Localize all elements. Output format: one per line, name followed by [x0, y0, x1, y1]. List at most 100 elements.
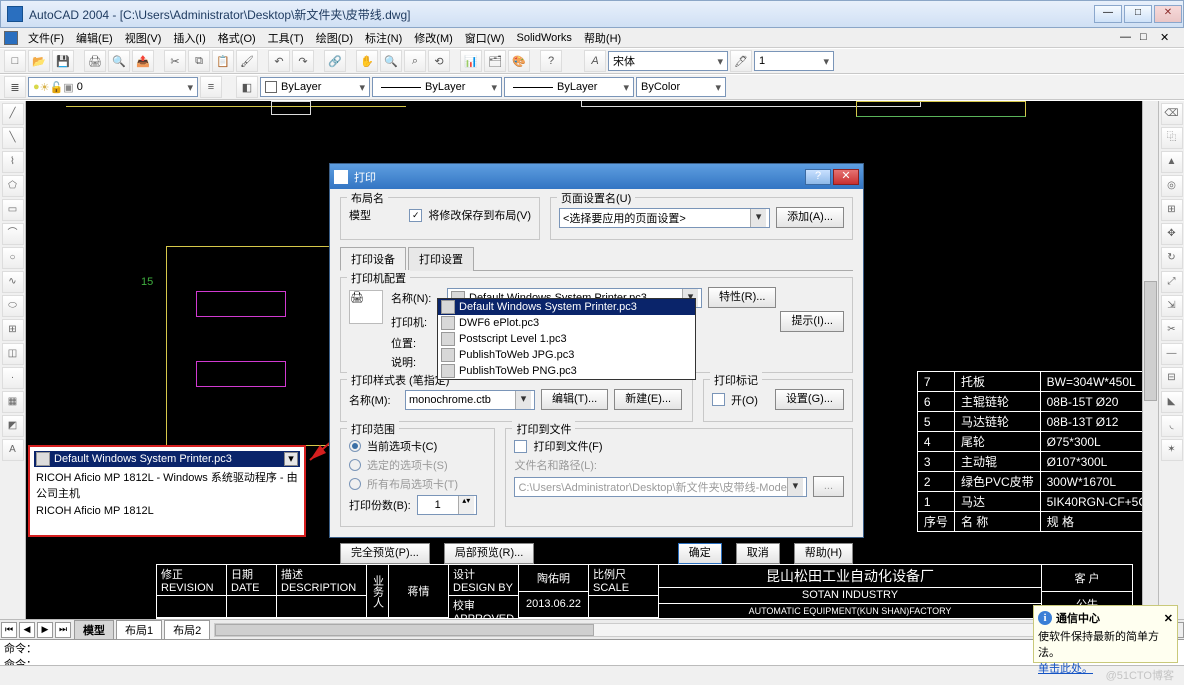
zoom-win-icon[interactable]: ⌕ — [404, 50, 426, 72]
scope-current-radio[interactable] — [349, 440, 361, 452]
erase-icon[interactable]: ⌫ — [1161, 103, 1183, 125]
layer-combo[interactable]: ●☀🔓▣ 0▾ — [28, 77, 198, 97]
mirror-icon[interactable]: ▲ — [1161, 151, 1183, 173]
tab-layout2[interactable]: 布局2 — [164, 620, 210, 640]
trim-icon[interactable]: ✂ — [1161, 319, 1183, 341]
publish-icon[interactable]: 📤 — [132, 50, 154, 72]
insert-icon[interactable]: ⊞ — [2, 319, 24, 341]
menu-format[interactable]: 格式(O) — [212, 30, 262, 46]
properties-icon[interactable]: 📊 — [460, 50, 482, 72]
dialog-help-button[interactable]: 帮助(H) — [794, 543, 853, 564]
mdi-icon[interactable] — [4, 31, 18, 45]
menu-insert[interactable]: 插入(I) — [167, 30, 211, 46]
rect-icon[interactable]: ▭ — [2, 199, 24, 221]
add-pageset-button[interactable]: 添加(A)... — [776, 207, 844, 228]
undo-icon[interactable]: ↶ — [268, 50, 290, 72]
comm-center-notification[interactable]: i通信中心✕ 使软件保持最新的简单方法。 单击此处。 — [1033, 605, 1178, 663]
hatch-icon[interactable]: ▦ — [2, 391, 24, 413]
font-combo[interactable]: 宋体▾ — [608, 51, 728, 71]
new-style-button[interactable]: 新建(E)... — [614, 389, 682, 410]
menu-window[interactable]: 窗口(W) — [459, 30, 511, 46]
plotstyle-combo[interactable]: ByColor▾ — [636, 77, 726, 97]
stamp-settings-button[interactable]: 设置(G)... — [775, 389, 844, 410]
dialog-help-button[interactable]: ? — [805, 169, 831, 185]
extend-icon[interactable]: — — [1161, 343, 1183, 365]
mdi-close[interactable]: ✕ — [1160, 31, 1180, 45]
menu-modify[interactable]: 修改(M) — [408, 30, 459, 46]
redo-icon[interactable]: ↷ — [292, 50, 314, 72]
spline-icon[interactable]: ∿ — [2, 271, 24, 293]
help-icon[interactable]: ? — [540, 50, 562, 72]
notify-close-icon[interactable]: ✕ — [1164, 612, 1173, 625]
tofile-checkbox[interactable] — [514, 440, 527, 453]
cancel-button[interactable]: 取消 — [736, 543, 780, 564]
scope-all-radio[interactable] — [349, 478, 361, 490]
full-preview-button[interactable]: 完全预览(P)... — [340, 543, 430, 564]
dc-icon[interactable]: 🗂 — [484, 50, 506, 72]
pline-icon[interactable]: ⌇ — [2, 151, 24, 173]
menu-view[interactable]: 视图(V) — [119, 30, 168, 46]
stamp-on-checkbox[interactable] — [712, 393, 725, 406]
copies-spinner[interactable]: ▴▾ — [417, 495, 477, 515]
polygon-icon[interactable]: ⬠ — [2, 175, 24, 197]
tab-nav-next[interactable]: ▶ — [37, 622, 53, 638]
ellipse-icon[interactable]: ⬭ — [2, 295, 24, 317]
partial-preview-button[interactable]: 局部预览(R)... — [444, 543, 534, 564]
layer-prev-icon[interactable]: ≡ — [200, 76, 222, 98]
horizontal-scrollbar[interactable] — [214, 623, 1164, 637]
minimize-button[interactable]: — — [1094, 5, 1122, 23]
move-icon[interactable]: ✥ — [1161, 223, 1183, 245]
region-icon[interactable]: ◩ — [2, 415, 24, 437]
notify-link[interactable]: 单击此处。 — [1038, 663, 1093, 675]
tab-nav-last[interactable]: ⏭ — [55, 622, 71, 638]
ok-button[interactable]: 确定 — [678, 543, 722, 564]
save-icon[interactable]: 💾 — [52, 50, 74, 72]
paste-icon[interactable]: 📋 — [212, 50, 234, 72]
tab-layout1[interactable]: 布局1 — [116, 620, 162, 640]
linetype-combo[interactable]: ByLayer▾ — [372, 77, 502, 97]
break-icon[interactable]: ⊟ — [1161, 367, 1183, 389]
size-combo[interactable]: 1▾ — [754, 51, 834, 71]
match-icon[interactable]: 🖌 — [236, 50, 258, 72]
printer-option[interactable]: PublishToWeb JPG.pc3 — [438, 347, 695, 363]
vertical-scrollbar[interactable] — [1142, 101, 1158, 619]
dialog-titlebar[interactable]: 打印 ? ✕ — [330, 164, 863, 189]
explode-icon[interactable]: ✶ — [1161, 439, 1183, 461]
brush-icon[interactable]: 🖊 — [730, 50, 752, 72]
menu-solidworks[interactable]: SolidWorks — [511, 32, 578, 44]
printer-option[interactable]: DWF6 ePlot.pc3 — [438, 315, 695, 331]
close-button[interactable]: ✕ — [1154, 5, 1182, 23]
new-icon[interactable]: □ — [4, 50, 26, 72]
zoom-rt-icon[interactable]: 🔍 — [380, 50, 402, 72]
fillet-icon[interactable]: ◟ — [1161, 415, 1183, 437]
save-layout-checkbox[interactable]: ✓ — [409, 209, 422, 222]
text-tool-icon[interactable]: A — [584, 50, 606, 72]
mdi-min[interactable]: — — [1120, 31, 1140, 45]
printer-option[interactable]: Default Windows System Printer.pc3 — [438, 299, 695, 315]
tp-icon[interactable]: 🎨 — [508, 50, 530, 72]
color-combo[interactable]: ByLayer▾ — [260, 77, 370, 97]
menu-edit[interactable]: 编辑(E) — [70, 30, 119, 46]
color-icon[interactable]: ◧ — [236, 76, 258, 98]
tab-model[interactable]: 模型 — [74, 620, 114, 640]
copy-obj-icon[interactable]: ⿻ — [1161, 127, 1183, 149]
tab-plot-settings[interactable]: 打印设置 — [408, 247, 474, 271]
line-icon[interactable]: ╱ — [2, 103, 24, 125]
lineweight-combo[interactable]: ByLayer▾ — [504, 77, 634, 97]
style-combo[interactable]: monochrome.ctb▾ — [405, 390, 535, 410]
hyperlink-icon[interactable]: 🔗 — [324, 50, 346, 72]
zoom-prev-icon[interactable]: ⟲ — [428, 50, 450, 72]
open-icon[interactable]: 📂 — [28, 50, 50, 72]
cut-icon[interactable]: ✂ — [164, 50, 186, 72]
circle-icon[interactable]: ○ — [2, 247, 24, 269]
copy-icon[interactable]: ⧉ — [188, 50, 210, 72]
menu-help[interactable]: 帮助(H) — [578, 30, 627, 46]
hints-button[interactable]: 提示(I)... — [780, 311, 844, 332]
tab-plot-device[interactable]: 打印设备 — [340, 247, 406, 271]
menu-file[interactable]: 文件(F) — [22, 30, 70, 46]
dialog-close-button[interactable]: ✕ — [833, 169, 859, 185]
pan-icon[interactable]: ✋ — [356, 50, 378, 72]
command-window[interactable]: 命令： 命令： — [0, 639, 1184, 665]
pageset-combo[interactable]: <选择要应用的页面设置>▾ — [559, 208, 770, 228]
menu-tools[interactable]: 工具(T) — [262, 30, 310, 46]
